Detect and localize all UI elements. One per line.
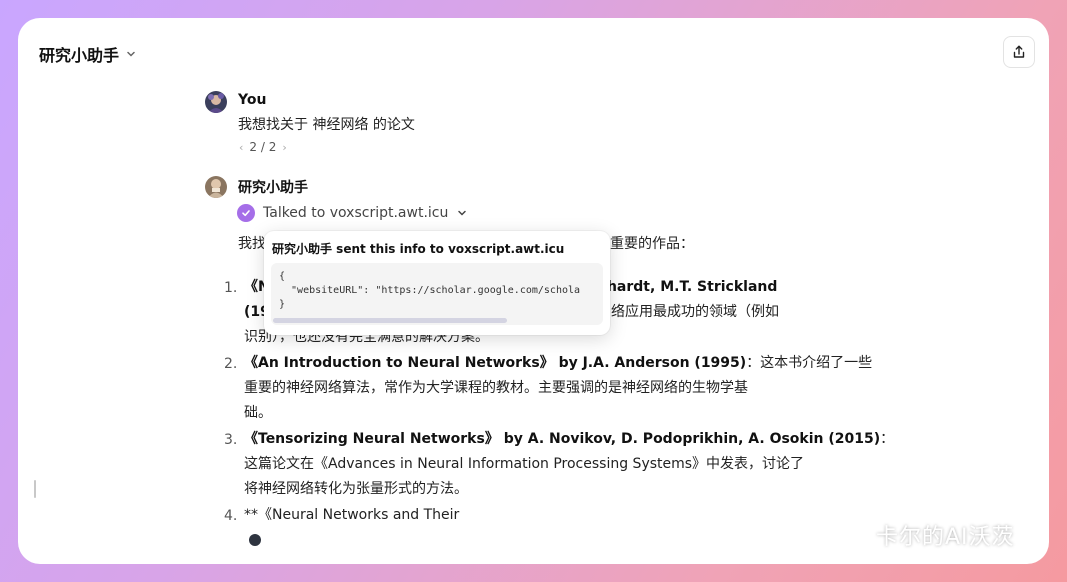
assistant-name: 研究小助手: [238, 180, 308, 196]
check-icon: [237, 204, 255, 222]
list-item-2-line2: 重要的神经网络算法，常作为大学课程的教材。主要强调的是神经网络的生物学基: [244, 380, 748, 396]
chevron-down-icon: [458, 210, 467, 216]
tool-info-popup: 研究小助手 sent this info to voxscript.awt.ic…: [264, 231, 610, 335]
code-scrollbar[interactable]: [273, 318, 507, 323]
next-arrow-icon[interactable]: ›: [282, 141, 286, 154]
tool-call-toggle[interactable]: Talked to voxscript.awt.icu: [237, 204, 468, 222]
streaming-cursor: [249, 534, 261, 546]
tool-status-text: Talked to voxscript.awt.icu: [263, 205, 449, 221]
message-pager: ‹ 2 / 2 ›: [239, 140, 287, 154]
list-item-4-line1: **《Neural Networks and Their: [244, 507, 460, 523]
share-button[interactable]: [1003, 36, 1035, 68]
list-item-3-line3: 将神经网络转化为张量形式的方法。: [244, 481, 468, 497]
scrollbar[interactable]: [34, 480, 36, 498]
app-title: 研究小助手: [39, 46, 120, 65]
top-bar: 研究小助手: [18, 18, 1049, 88]
assistant-intro-start: 我找: [238, 236, 266, 252]
assistant-intro-end: 些重要的作品：: [596, 236, 694, 252]
chevron-down-icon: [127, 51, 135, 57]
chat-window: 研究小助手 You 我想找关于 神经网络 的论文 ‹ 2 / 2 › 研究小助手…: [18, 18, 1049, 564]
code-text: { "websiteURL": "https://scholar.google.…: [279, 271, 581, 310]
list-item-1-title-end: nhardt, M.T. Strickland: [597, 279, 778, 295]
list-item-2-line1: 《An Introduction to Neural Networks》 by …: [244, 355, 873, 371]
watermark-text: 卡尔的AI沃茨: [876, 525, 1015, 550]
list-item-3-line1: 《Tensorizing Neural Networks》 by A. Novi…: [244, 431, 895, 447]
watermark: 卡尔的AI沃茨: [828, 519, 1015, 551]
user-avatar: [205, 91, 227, 113]
wechat-icon: [830, 522, 866, 547]
user-name: You: [238, 92, 267, 108]
list-item-2-line3: 础。: [244, 405, 272, 421]
list-number: 2.: [224, 356, 238, 372]
prev-arrow-icon[interactable]: ‹: [239, 141, 243, 154]
pager-label: 2 / 2: [249, 140, 277, 154]
share-icon: [1013, 45, 1025, 58]
code-block[interactable]: { "websiteURL": "https://scholar.google.…: [271, 263, 603, 325]
assistant-avatar: [205, 176, 227, 198]
gpt-selector[interactable]: 研究小助手: [39, 42, 137, 66]
list-number: 1.: [224, 280, 238, 296]
list-number: 4.: [224, 508, 238, 524]
user-message-text: 我想找关于 神经网络 的论文: [238, 117, 415, 133]
popup-title: 研究小助手 sent this info to voxscript.awt.ic…: [272, 242, 565, 256]
list-item-3-line2: 这篇论文在《Advances in Neural Information Pro…: [244, 456, 805, 472]
list-number: 3.: [224, 432, 238, 448]
list-item-1-line2-end: 网络应用最成功的领域（例如: [597, 304, 779, 320]
